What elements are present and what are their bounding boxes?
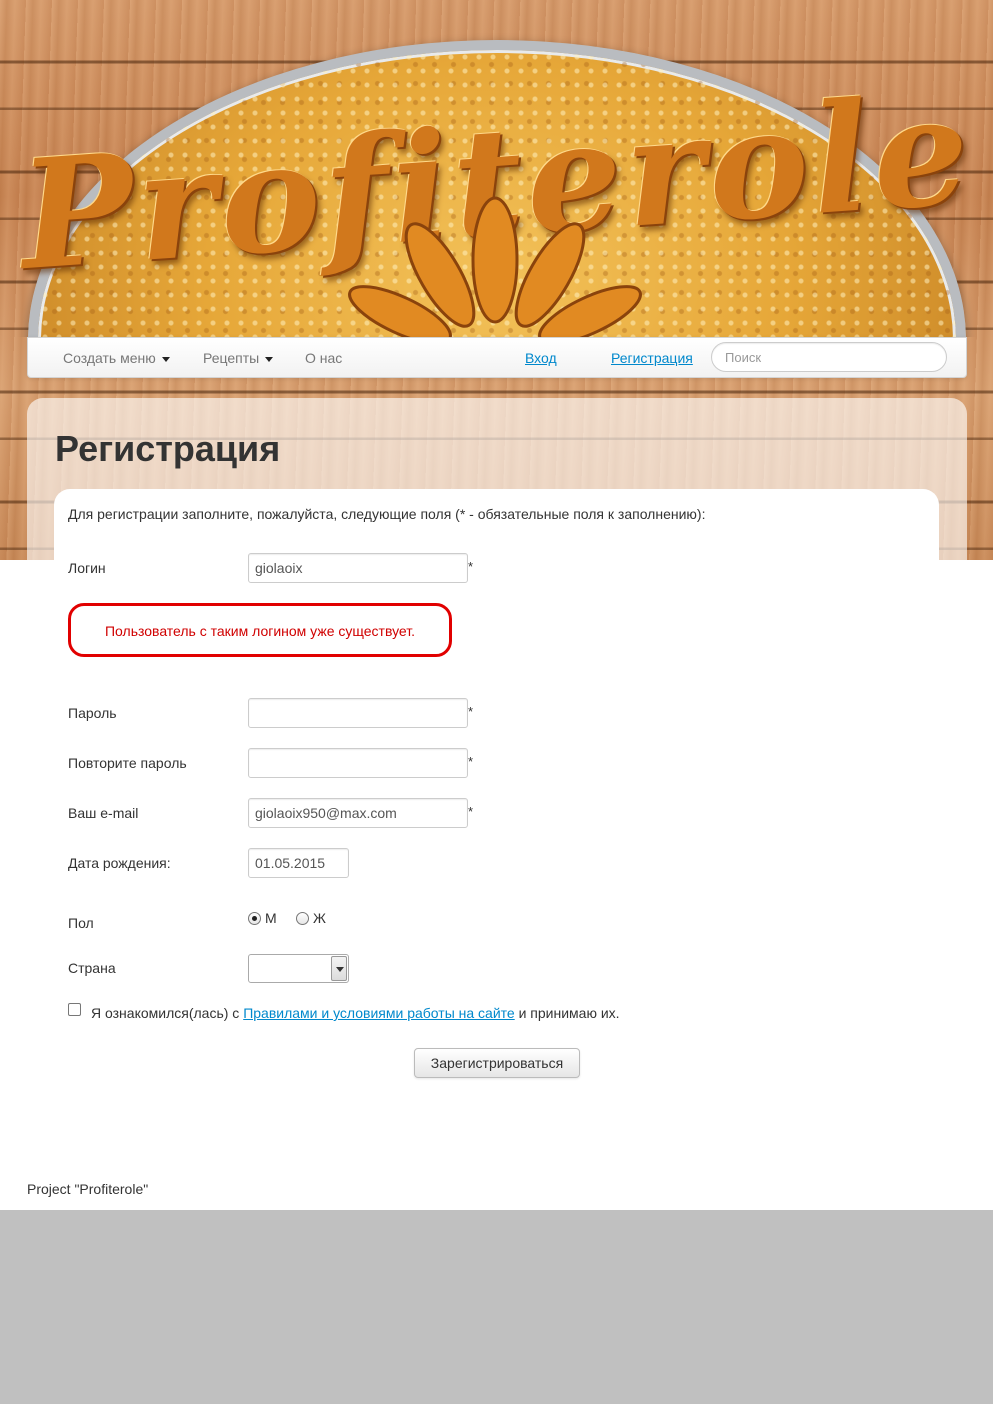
required-mark: * (468, 704, 474, 719)
nav-create-menu[interactable]: Создать меню (63, 350, 170, 366)
chevron-down-icon (331, 956, 347, 981)
navbar: Создать меню Рецепты О нас Вход Регистра… (27, 337, 967, 378)
register-link[interactable]: Регистрация (611, 350, 693, 366)
footer-text: Project "Profiterole" (27, 1181, 149, 1197)
nav-recipes[interactable]: Рецепты (203, 350, 274, 366)
login-error-message: Пользователь с таким логином уже существ… (104, 623, 415, 639)
gender-radio-f[interactable] (296, 912, 309, 925)
gender-option-m: М (265, 910, 277, 926)
nav-about[interactable]: О нас (305, 350, 342, 366)
caret-down-icon (265, 356, 274, 362)
header-banner: Profiterole (0, 0, 993, 337)
birthdate-label: Дата рождения: (68, 855, 171, 871)
login-link[interactable]: Вход (525, 350, 557, 366)
required-mark: * (468, 754, 474, 769)
login-error-box: Пользователь с таким логином уже существ… (68, 603, 452, 657)
gender-radio-m[interactable] (248, 912, 261, 925)
password-repeat-field[interactable] (248, 748, 468, 778)
search-input[interactable] (711, 342, 947, 372)
form-intro: Для регистрации заполните, пожалуйста, с… (68, 506, 706, 522)
form-card (54, 489, 939, 560)
agree-checkbox[interactable] (68, 1003, 81, 1016)
birthdate-field[interactable] (248, 848, 349, 878)
page-title: Регистрация (55, 428, 281, 469)
login-label: Логин (68, 560, 106, 576)
password-label: Пароль (68, 705, 117, 721)
page-body (0, 560, 993, 1210)
country-select[interactable] (248, 954, 349, 983)
required-mark: * (468, 804, 474, 819)
caret-down-icon (161, 356, 170, 362)
gender-label: Пол (68, 915, 94, 931)
gender-option-f: Ж (313, 910, 326, 926)
agree-text: Я ознакомился(лась) с Правилами и услови… (91, 1005, 620, 1021)
register-button[interactable]: Зарегистрироваться (414, 1048, 580, 1078)
email-field[interactable] (248, 798, 468, 828)
password-repeat-label: Повторите пароль (68, 755, 187, 771)
password-field[interactable] (248, 698, 468, 728)
terms-link[interactable]: Правилами и условиями работы на сайте (243, 1005, 515, 1021)
required-mark: * (468, 559, 474, 574)
country-label: Страна (68, 960, 116, 976)
login-field[interactable] (248, 553, 468, 583)
flower-logo-icon (348, 196, 642, 337)
email-label: Ваш e-mail (68, 805, 139, 821)
